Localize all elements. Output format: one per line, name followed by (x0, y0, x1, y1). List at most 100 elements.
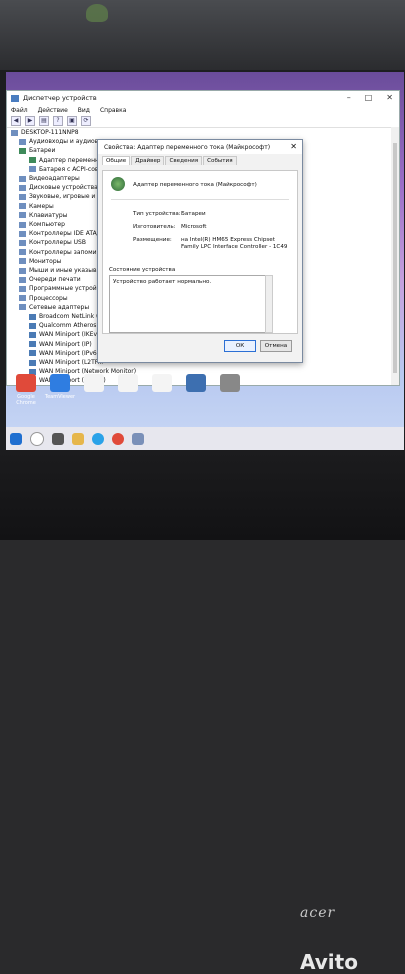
tree-item-label: Мониторы (29, 257, 62, 265)
shortcut-icon (220, 374, 240, 392)
maximize-icon[interactable]: □ (365, 93, 373, 102)
shortcut-label: Google Chrome (16, 394, 36, 406)
device-name: Адаптер переменного тока (Майкрософт) (133, 182, 257, 188)
properties-icon[interactable]: ▤ (39, 116, 49, 126)
close-icon[interactable]: ✕ (290, 142, 297, 151)
menu-view[interactable]: Вид (78, 107, 90, 114)
device-manager-icon[interactable] (132, 432, 144, 445)
tree-item-label: Программные устройс... (29, 285, 106, 293)
tree-item-label: WAN Miniport (IKEv... (39, 331, 103, 339)
general-pane: Адаптер переменного тока (Майкрософт) Ти… (102, 170, 298, 334)
chrome-icon[interactable] (112, 432, 124, 445)
forward-icon[interactable]: ▶ (25, 116, 35, 126)
properties-dialog: Свойства: Адаптер переменного тока (Майк… (97, 139, 303, 363)
shortcut-icon (118, 374, 138, 392)
device-icon (19, 212, 26, 219)
tab-details[interactable]: Сведения (165, 156, 203, 165)
device-icon (29, 166, 36, 173)
dialog-titlebar[interactable]: Свойства: Адаптер переменного тока (Майк… (98, 140, 302, 154)
display-icon[interactable]: ▣ (67, 116, 77, 126)
start-icon[interactable] (10, 432, 22, 445)
task-view-icon[interactable] (52, 432, 64, 445)
minimize-icon[interactable]: – (347, 93, 351, 102)
device-icon (19, 286, 26, 293)
status-textbox[interactable]: Устройство работает нормально. (109, 275, 267, 333)
divider (111, 199, 289, 200)
search-icon[interactable] (30, 431, 44, 446)
shortcut-icon (84, 374, 104, 392)
shortcut-icon (50, 374, 70, 392)
desktop-shortcut[interactable]: TeamViewer (44, 374, 76, 400)
device-icon (19, 175, 26, 182)
tab-driver[interactable]: Драйвер (131, 156, 165, 165)
plant-decoration (86, 4, 108, 22)
desktop-shortcut[interactable] (112, 374, 144, 394)
device-icon (19, 138, 26, 145)
device-icon (19, 276, 26, 283)
tree-item-label: Контроллеры IDE ATA/... (29, 230, 105, 238)
device-icon (19, 221, 26, 228)
device-type-value: Батареи (181, 211, 206, 217)
help-icon[interactable]: ? (53, 116, 63, 126)
tree-item-label: Компьютер (29, 221, 65, 229)
shortcut-icon (152, 374, 172, 392)
device-manager-icon (11, 94, 19, 102)
menu-action[interactable]: Действие (38, 107, 68, 114)
menu-file[interactable]: Файл (11, 107, 28, 114)
tree-item-label: Клавиатуры (29, 211, 68, 219)
menu-bar: Файл Действие Вид Справка (7, 105, 399, 115)
manufacturer-label: Изготовитель: (133, 224, 176, 230)
cancel-button[interactable]: Отмена (260, 340, 292, 352)
device-icon (19, 230, 26, 237)
ok-button[interactable]: ОК (224, 340, 256, 352)
back-icon[interactable]: ◀ (11, 116, 21, 126)
dialog-title: Свойства: Адаптер переменного тока (Майк… (104, 143, 271, 151)
device-icon (29, 313, 36, 320)
device-type-label: Тип устройства: (133, 211, 181, 217)
tab-events[interactable]: События (203, 156, 237, 165)
device-icon (19, 148, 26, 154)
skype-icon[interactable] (92, 432, 104, 445)
vertical-scrollbar[interactable] (391, 127, 399, 385)
tree-item-label: Сетевые адаптеры (29, 303, 90, 311)
scrollbar-thumb[interactable] (393, 143, 397, 373)
device-icon (29, 157, 36, 164)
device-icon (29, 322, 36, 329)
desktop-shortcut[interactable] (78, 374, 110, 394)
shortcut-label: TeamViewer (44, 394, 76, 400)
tab-general[interactable]: Общие (102, 156, 131, 165)
close-icon[interactable]: ✕ (386, 93, 393, 102)
device-icon (29, 359, 36, 366)
background-wall (0, 0, 405, 70)
update-icon[interactable]: ⟳ (81, 116, 91, 126)
device-icon (29, 350, 36, 357)
device-icon (19, 267, 26, 274)
tree-item-label: Мыши и иные указыв... (29, 267, 103, 275)
desktop-shortcut[interactable] (146, 374, 178, 394)
desktop-shortcut[interactable] (214, 374, 246, 394)
device-icon (19, 194, 26, 201)
manufacturer-value: Microsoft (181, 224, 207, 230)
explorer-icon[interactable] (72, 432, 84, 445)
tree-item-label: WAN Miniport (L2TP... (39, 359, 104, 367)
location-label: Размещение: (133, 237, 172, 243)
window-title: Диспетчер устройств (23, 94, 97, 102)
device-icon (19, 295, 26, 302)
shortcut-icon (16, 374, 36, 392)
device-icon (11, 129, 18, 136)
tree-item[interactable]: DESKTOP-111NNP8 (11, 128, 399, 137)
tree-item-label: WAN Miniport (IP) (39, 340, 92, 348)
desktop-shortcut[interactable] (180, 374, 212, 394)
device-icon (29, 341, 36, 348)
toolbar: ◀ ▶ ▤ ? ▣ ⟳ (7, 115, 399, 128)
laptop-bottom-bezel: acer Avito (0, 450, 405, 974)
menu-help[interactable]: Справка (100, 107, 126, 114)
battery-icon (111, 177, 125, 191)
dialog-tabs: Общие Драйвер Сведения События (98, 156, 302, 165)
device-manager-titlebar[interactable]: Диспетчер устройств – □ ✕ (7, 91, 399, 105)
tree-item-label: Звуковые, игровые и в... (29, 193, 107, 201)
status-scrollbar[interactable] (265, 275, 273, 333)
desktop-shortcut[interactable]: Google Chrome (10, 374, 42, 406)
tree-item-label: Видеоадаптеры (29, 175, 80, 183)
status-text: Устройство работает нормально. (113, 279, 212, 285)
